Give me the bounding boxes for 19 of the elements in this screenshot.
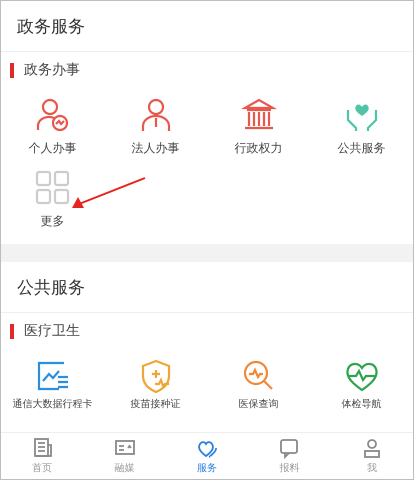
grid-icon (34, 169, 72, 207)
service-item[interactable]: 通信大数据行程卡 (1, 357, 104, 411)
service-item[interactable]: 个人办事 (1, 96, 104, 157)
chat-icon (278, 437, 300, 459)
service-item[interactable]: 医保查询 (207, 357, 310, 411)
accent-bar (10, 324, 14, 338)
group-heading: 政务办事 (24, 61, 80, 79)
group-heading: 医疗卫生 (24, 322, 80, 340)
service-item[interactable]: 公共服务 (310, 96, 413, 157)
news-icon (31, 437, 54, 459)
service-item[interactable]: 体检导航 (310, 357, 413, 411)
service-item[interactable]: 疫苗接种证 (104, 357, 207, 411)
tab[interactable]: 服务 (166, 433, 248, 479)
service-item[interactable]: 法人办事 (104, 96, 207, 157)
section-title: 公共服务 (17, 276, 85, 298)
section-title: 政务服务 (17, 16, 85, 38)
service-item[interactable]: 更多 (1, 169, 104, 230)
accent-bar (10, 62, 14, 78)
service-item[interactable]: 行政权力 (207, 96, 310, 157)
